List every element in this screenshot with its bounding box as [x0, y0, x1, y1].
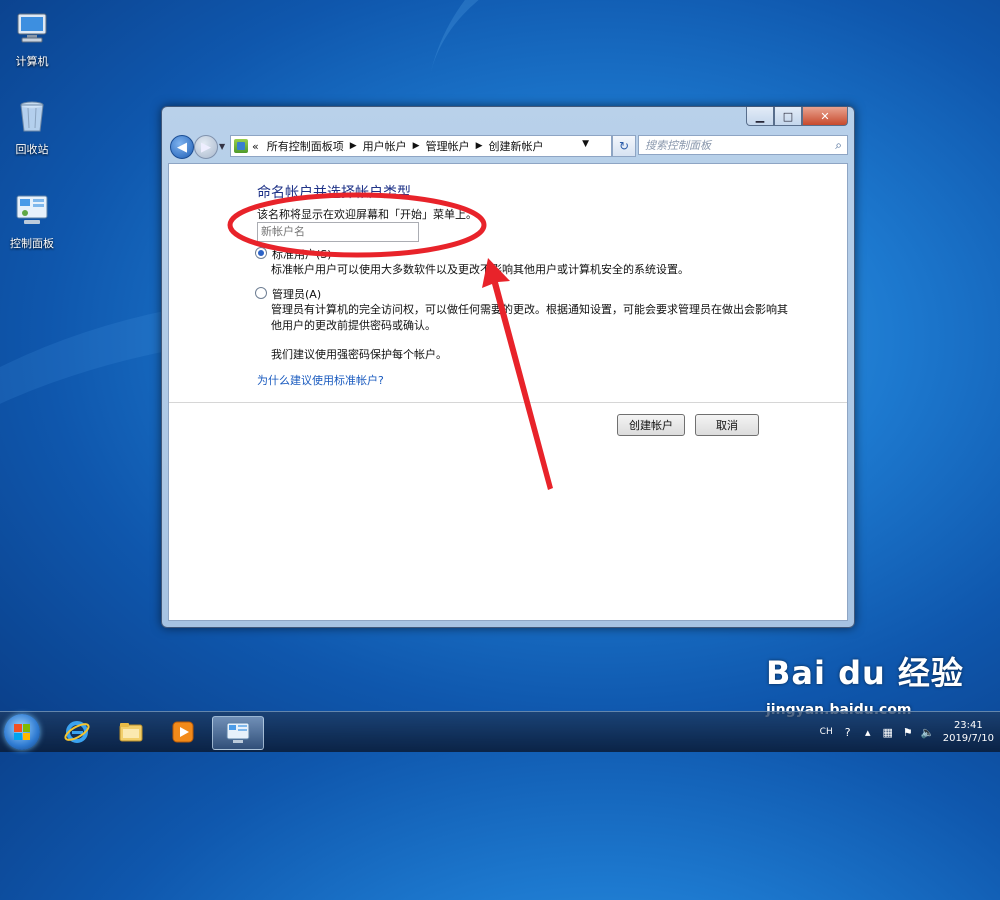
windows-logo-icon — [14, 724, 30, 740]
maximize-icon: □ — [782, 109, 794, 123]
administrator-radio[interactable] — [255, 287, 267, 299]
clock-date: 2019/7/10 — [942, 733, 994, 744]
cancel-button[interactable]: 取消 — [695, 414, 759, 436]
create-account-window: ▁ □ ✕ ◀ ▶ ▼ « 所有控制面板项 ▶ 用户帐户 ▶ 管理帐户 ▶ 创建… — [161, 106, 855, 628]
breadcrumb-item-create-new-account[interactable]: 创建新帐户 — [489, 138, 544, 154]
address-dropdown-icon[interactable]: ▼ — [582, 139, 589, 149]
back-button[interactable]: ◀ — [170, 135, 194, 159]
internet-explorer-icon — [64, 721, 90, 743]
content-pane: 命名帐户并选择帐户类型 该名称将显示在欢迎屏幕和「开始」菜单上。 标准用户(S)… — [168, 163, 848, 621]
administrator-option[interactable]: 管理员(A) — [255, 286, 321, 302]
name-hint: 该名称将显示在欢迎屏幕和「开始」菜单上。 — [257, 208, 477, 221]
breadcrumb-item-user-accounts[interactable]: 用户帐户 — [363, 138, 407, 154]
arrow-right-icon: ▶ — [201, 139, 211, 155]
desktop-icon-recycle-bin[interactable]: 回收站 — [0, 98, 64, 157]
computer-icon — [17, 13, 47, 43]
breadcrumb-item-all-control-panel-items[interactable]: 所有控制面板项 — [267, 138, 344, 154]
clock[interactable]: 23:41 2019/7/10 — [943, 719, 994, 745]
minimize-icon: ▁ — [755, 109, 765, 123]
standard-user-radio[interactable] — [255, 247, 267, 259]
network-icon[interactable]: ▦ — [881, 725, 895, 739]
close-button[interactable]: ✕ — [802, 107, 848, 126]
taskbar-control-panel[interactable] — [212, 716, 264, 750]
search-icon[interactable]: ⌕ — [835, 138, 842, 153]
refresh-icon: ↻ — [618, 139, 630, 153]
administrator-label[interactable]: 管理员(A) — [272, 286, 321, 302]
close-icon: ✕ — [820, 109, 830, 123]
control-panel-icon — [226, 722, 250, 743]
navigation-bar: ◀ ▶ ▼ « 所有控制面板项 ▶ 用户帐户 ▶ 管理帐户 ▶ 创建新帐户 ▼ … — [168, 133, 848, 159]
desktop-icon-label: 计算机 — [15, 55, 49, 68]
standard-user-option[interactable]: 标准用户(S) — [255, 246, 332, 262]
standard-user-description: 标准帐户用户可以使用大多数软件以及更改不影响其他用户或计算机安全的系统设置。 — [271, 263, 689, 276]
system-tray: CH ? ▴ ▦ ⚑ 🔈 23:41 2019/7/10 — [820, 716, 994, 748]
breadcrumb-separator-icon[interactable]: ▶ — [476, 141, 483, 151]
help-icon[interactable]: ? — [841, 725, 855, 739]
breadcrumb-item-manage-accounts[interactable]: 管理帐户 — [426, 138, 470, 154]
control-panel-icon — [234, 139, 248, 153]
arrow-left-icon: ◀ — [177, 139, 187, 155]
divider — [169, 402, 847, 403]
language-indicator[interactable]: CH — [820, 727, 833, 737]
watermark-brand: Bai du 经验 — [766, 654, 964, 692]
control-panel-icon — [16, 195, 48, 224]
folder-icon — [119, 723, 143, 742]
recent-pages-dropdown-icon[interactable]: ▼ — [219, 142, 225, 151]
password-advice: 我们建议使用强密码保护每个帐户。 — [271, 348, 447, 361]
minimize-button[interactable]: ▁ — [746, 107, 774, 126]
refresh-button[interactable]: ↻ — [612, 135, 636, 157]
taskbar-internet-explorer[interactable] — [52, 716, 102, 748]
media-player-icon — [172, 721, 194, 743]
flag-icon[interactable]: ⚑ — [901, 725, 915, 739]
address-bar[interactable]: « 所有控制面板项 ▶ 用户帐户 ▶ 管理帐户 ▶ 创建新帐户 ▼ — [230, 135, 612, 157]
maximize-button[interactable]: □ — [774, 107, 802, 126]
administrator-description: 管理员有计算机的完全访问权，可以做任何需要的更改。根据通知设置，可能会要求管理员… — [271, 303, 788, 332]
search-placeholder: 搜索控制面板 — [645, 139, 711, 152]
why-standard-account-link[interactable]: 为什么建议使用标准帐户? — [257, 372, 384, 388]
desktop-icon-computer[interactable]: 计算机 — [0, 10, 64, 69]
desktop-icon-control-panel[interactable]: 控制面板 — [0, 192, 64, 251]
create-account-button[interactable]: 创建帐户 — [617, 414, 685, 436]
breadcrumb-separator-icon[interactable]: ▶ — [350, 141, 357, 151]
search-input[interactable]: 搜索控制面板 ⌕ — [638, 135, 848, 155]
breadcrumb-overflow[interactable]: « — [252, 140, 259, 153]
taskbar-windows-explorer[interactable] — [106, 716, 156, 748]
desktop-icon-label: 控制面板 — [10, 237, 54, 250]
desktop-icon-label: 回收站 — [15, 143, 49, 156]
account-name-input[interactable] — [257, 222, 419, 242]
taskbar: CH ? ▴ ▦ ⚑ 🔈 23:41 2019/7/10 — [0, 711, 1000, 752]
forward-button[interactable]: ▶ — [194, 135, 218, 159]
start-button[interactable] — [4, 714, 40, 750]
clock-time: 23:41 — [953, 720, 983, 731]
taskbar-media-player[interactable] — [158, 716, 208, 748]
volume-icon[interactable]: 🔈 — [921, 725, 935, 739]
tray-expand-icon[interactable]: ▴ — [861, 725, 875, 739]
standard-user-label[interactable]: 标准用户(S) — [272, 246, 332, 262]
recycle-bin-icon — [20, 101, 44, 132]
page-title: 命名帐户并选择帐户类型 — [257, 185, 411, 201]
window-controls: ▁ □ ✕ — [746, 107, 848, 126]
breadcrumb-separator-icon[interactable]: ▶ — [413, 141, 420, 151]
baidu-watermark: Bai du 经验 jingyan.baidu.com — [766, 648, 964, 718]
